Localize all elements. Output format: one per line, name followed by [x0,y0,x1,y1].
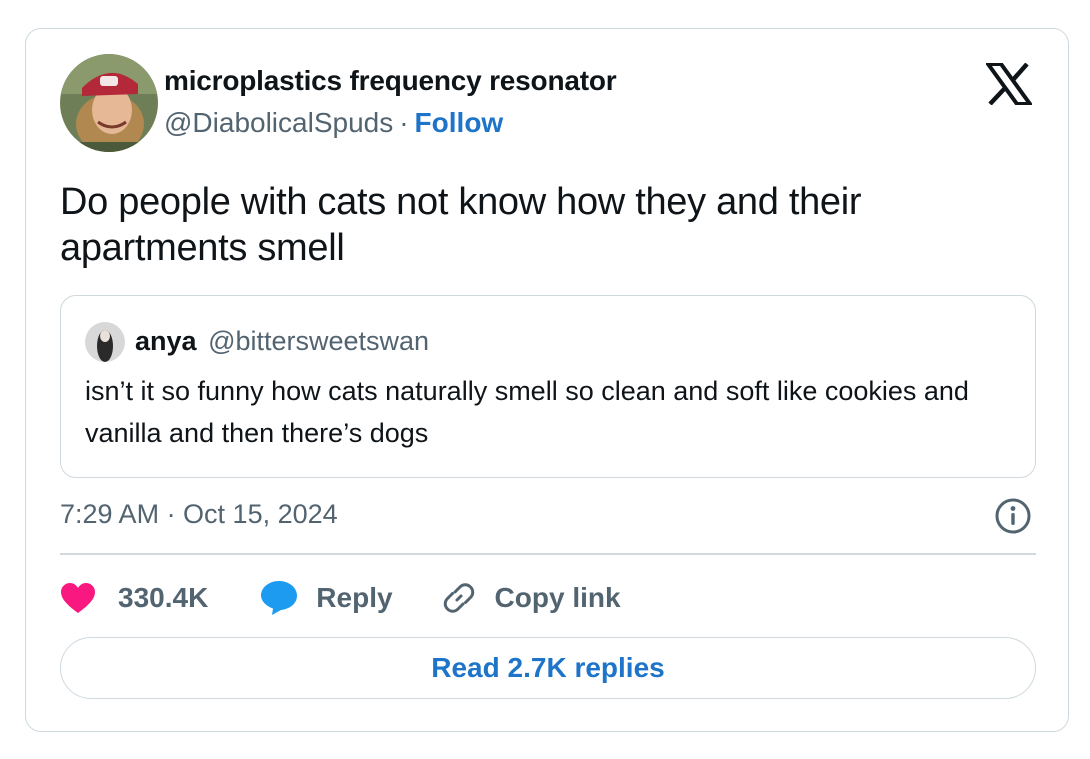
heart-icon [61,583,95,613]
copy-link-label: Copy link [494,582,621,613]
like-button[interactable]: 330.4K [60,582,208,614]
reply-button[interactable]: Reply [260,580,393,616]
quoted-author-header: anya @bittersweetswan [135,326,429,357]
tweet-text: Do people with cats not know how they an… [60,181,862,269]
x-logo-icon[interactable] [984,62,1034,106]
author-handle[interactable]: @DiabolicalSpuds [164,107,393,138]
tweet-card: microplastics frequency resonator @Diabo… [25,28,1069,732]
copy-link-button[interactable]: Copy link [441,580,621,616]
read-replies-button[interactable]: Read 2.7K replies [60,637,1036,699]
reply-label: Reply [316,582,393,613]
quoted-author-avatar[interactable] [85,322,125,362]
author-name[interactable]: microplastics frequency resonator [164,65,617,97]
quoted-tweet[interactable]: anya @bittersweetswan isn’t it so funny … [60,295,1036,478]
quoted-author-name[interactable]: anya [135,326,197,356]
author-avatar[interactable] [60,54,158,152]
author-handle-row: @DiabolicalSpuds · Follow [164,107,503,139]
separator-dot: · [399,107,409,138]
quoted-tweet-text: isn’t it so funny how cats naturally sme… [85,376,969,448]
divider [60,553,1036,555]
like-count: 330.4K [118,582,209,613]
follow-button[interactable]: Follow [415,107,504,138]
tweet-timestamp[interactable]: 7:29 AM · Oct 15, 2024 [60,499,338,530]
reply-bubble-icon [261,581,298,615]
tweet-actions: 330.4K Reply Copy link [60,575,621,621]
link-icon [443,583,474,613]
info-icon[interactable] [994,497,1032,535]
quoted-author-handle[interactable]: @bittersweetswan [208,326,429,356]
